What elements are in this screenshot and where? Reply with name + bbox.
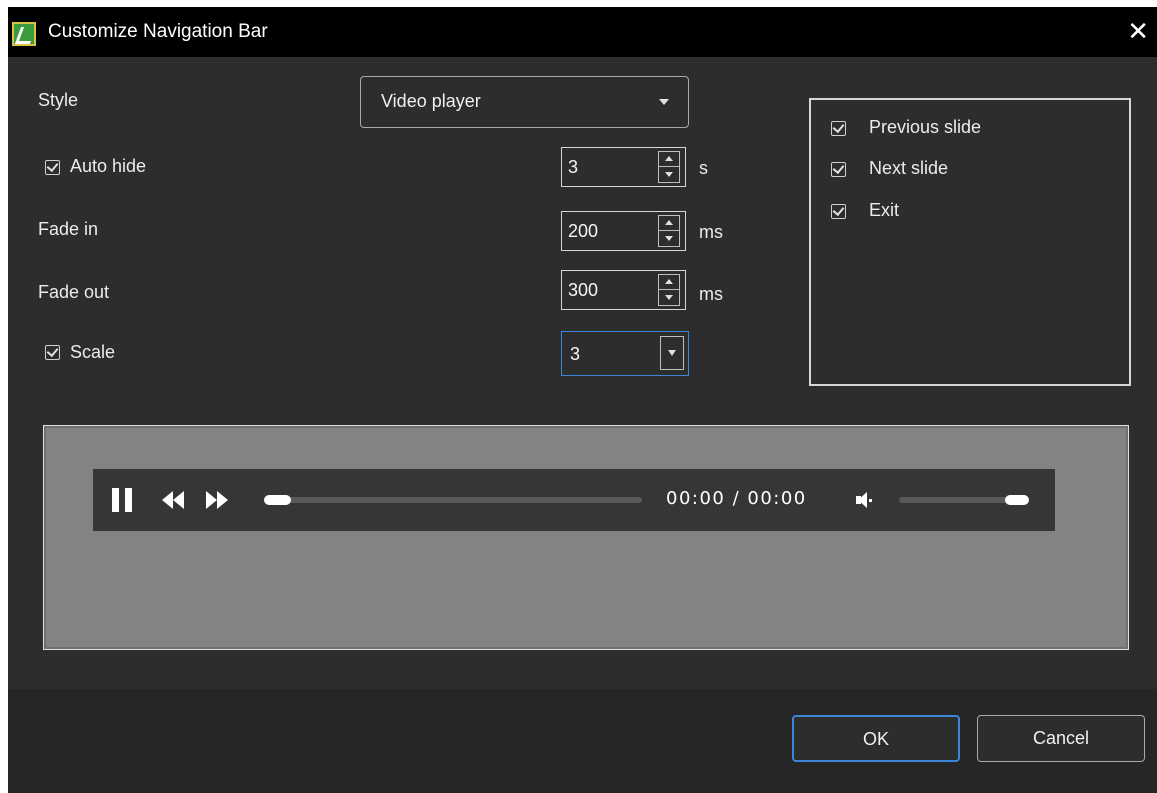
list-item-label: Exit (869, 200, 900, 220)
fade-out-value: 300 (568, 280, 599, 300)
progress-track (264, 495, 642, 505)
chevron-down-icon[interactable] (660, 336, 684, 370)
spin-down-icon[interactable] (659, 231, 679, 246)
fade-out-spinbox[interactable]: 300 (561, 270, 686, 310)
fade-in-unit: ms (699, 222, 723, 242)
list-item-label: Next slide (869, 158, 949, 178)
ok-button[interactable]: OK (792, 715, 960, 762)
scale-combobox[interactable]: 3 (561, 331, 689, 376)
cancel-button[interactable]: Cancel (977, 715, 1145, 762)
auto-hide-checkbox[interactable] (45, 160, 60, 175)
time-readout: 00:00 / 00:00 (666, 488, 807, 509)
title-bar: Customize Navigation Bar ✕ (8, 7, 1157, 57)
dialog-footer: OK Cancel (8, 689, 1157, 793)
fade-in-label: Fade in (38, 219, 99, 239)
scale-label: Scale (70, 342, 116, 362)
spin-down-icon[interactable] (659, 290, 679, 305)
pause-icon (112, 488, 134, 512)
spin-up-icon[interactable] (659, 216, 679, 231)
style-selected-value: Video player (381, 91, 481, 111)
auto-hide-unit: s (699, 158, 708, 178)
spin-buttons (658, 274, 680, 306)
progress-handle (264, 495, 291, 505)
rewind-icon (162, 491, 190, 509)
scale-checkbox[interactable] (45, 345, 60, 360)
fade-out-unit: ms (699, 284, 723, 304)
fade-in-spinbox[interactable]: 200 (561, 211, 686, 251)
auto-hide-value: 3 (568, 157, 579, 177)
scale-value: 3 (570, 344, 581, 364)
spin-up-icon[interactable] (659, 275, 679, 290)
volume-icon (856, 489, 876, 511)
preview-navigation-bar: 00:00 / 00:00 (93, 469, 1055, 531)
auto-hide-label: Auto hide (70, 156, 147, 176)
navigation-bar-preview: 00:00 / 00:00 (43, 425, 1129, 650)
exit-checkbox[interactable] (831, 204, 846, 219)
spin-buttons (658, 151, 680, 183)
fast-forward-icon (206, 491, 234, 509)
spin-down-icon[interactable] (659, 167, 679, 182)
volume-track (899, 495, 1029, 505)
auto-hide-spinbox[interactable]: 3 (561, 147, 686, 187)
list-item-label: Previous slide (869, 117, 982, 137)
previous-slide-checkbox[interactable] (831, 121, 846, 136)
spin-up-icon[interactable] (659, 152, 679, 167)
fade-in-value: 200 (568, 221, 599, 241)
style-label: Style (38, 90, 79, 110)
window-title: Customize Navigation Bar (48, 21, 268, 42)
app-icon (12, 22, 36, 46)
next-slide-checkbox[interactable] (831, 162, 846, 177)
close-icon[interactable]: ✕ (1127, 18, 1149, 44)
spin-buttons (658, 215, 680, 247)
navigation-buttons-list: Previous slide Next slide Exit (809, 98, 1131, 386)
style-dropdown[interactable]: Video player (360, 76, 689, 128)
customize-navigation-bar-dialog: Customize Navigation Bar ✕ Style Video p… (8, 7, 1157, 793)
fade-out-label: Fade out (38, 282, 110, 302)
volume-handle (1005, 495, 1029, 505)
chevron-down-icon (659, 99, 669, 105)
